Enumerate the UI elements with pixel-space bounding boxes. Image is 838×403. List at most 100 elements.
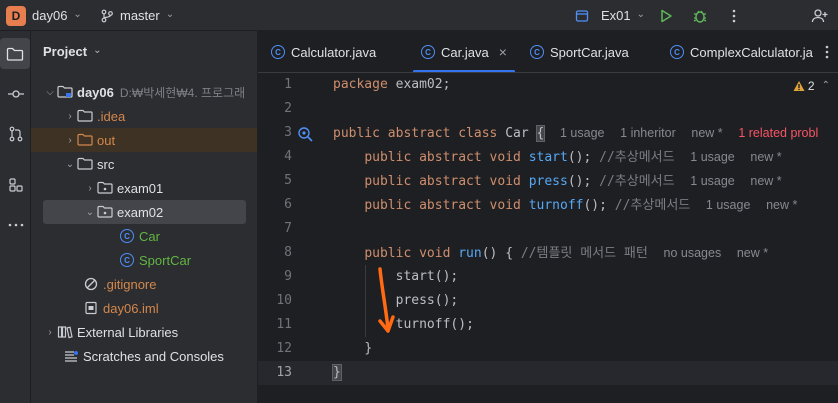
tree-item-day06[interactable]: ⌵ day06 D:₩박세현₩4. 프로그래 — [31, 80, 257, 104]
current-line-highlight — [258, 361, 838, 385]
tree-item-exam01[interactable]: › exam01 — [31, 176, 257, 200]
pull-request-icon — [9, 126, 22, 141]
commit-icon — [7, 89, 24, 98]
tab-calculator[interactable]: C Calculator.java — [271, 31, 377, 72]
tree-item-external-libraries[interactable]: › External Libraries — [31, 320, 257, 344]
project-switcher[interactable]: D day06 ⌄ — [6, 0, 82, 31]
module-folder-icon — [57, 84, 73, 100]
more-tools-button[interactable] — [0, 209, 31, 240]
structure-tool-button[interactable] — [0, 169, 31, 200]
inspection-widget[interactable]: 2 ⌃ — [793, 79, 830, 93]
warning-icon — [793, 81, 805, 91]
usage-hint[interactable]: no usages — [664, 246, 722, 260]
code-line-12: } — [364, 341, 373, 356]
usage-hint[interactable]: 1 usage — [690, 150, 734, 164]
author-hint[interactable]: new * — [737, 246, 768, 260]
editor-tabs: C Calculator.java C Car.java × C SportCa… — [258, 31, 838, 73]
run-icon — [661, 9, 672, 22]
debug-button[interactable] — [688, 0, 712, 31]
branch-icon — [101, 9, 113, 22]
chevron-right-icon[interactable]: › — [43, 327, 57, 338]
code-line-11: turnoff(); — [395, 317, 474, 332]
commit-tool-button[interactable] — [0, 78, 31, 109]
line-number: 12 — [276, 341, 292, 356]
tree-item-day06-iml[interactable]: day06.iml — [31, 296, 257, 320]
tab-car[interactable]: C Car.java × — [413, 31, 515, 72]
tree-item-label: day06 — [77, 84, 114, 100]
tree-item-car[interactable]: C Car — [31, 224, 257, 248]
class-icon: C — [530, 45, 544, 59]
branch-switcher[interactable]: master ⌄ — [100, 0, 174, 31]
author-hint[interactable]: new * — [750, 174, 781, 188]
code-editor[interactable]: 1 2 3 4 5 6 7 8 9 10 11 12 13 2 ⌃ packag… — [258, 73, 838, 403]
tab-label: Calculator.java — [291, 44, 377, 60]
project-tool-button[interactable] — [0, 38, 30, 69]
abstract-class-icon: C — [119, 228, 135, 244]
usage-hint[interactable]: 1 usage — [560, 126, 604, 140]
excluded-folder-icon — [77, 132, 93, 148]
pull-requests-tool-button[interactable] — [0, 118, 31, 149]
tree-item-label: .gitignore — [103, 276, 157, 292]
tree-item-label: SportCar — [139, 252, 192, 268]
code-line-8: public void run() { //템플릿 메서드 패턴 no usag… — [364, 246, 769, 261]
scratches-icon — [63, 348, 79, 364]
usage-hint[interactable]: 1 usage — [706, 198, 750, 212]
code-line-4: public abstract void start(); //추상메서드 1 … — [364, 150, 782, 165]
add-user-button[interactable] — [808, 0, 832, 31]
tree-item-label: day06.iml — [103, 300, 159, 316]
tree-item-exam02[interactable]: ⌄ exam02 — [43, 200, 246, 224]
line-number: 4 — [284, 149, 292, 164]
package-icon — [97, 180, 113, 196]
chevron-down-icon[interactable]: ⌵ — [43, 87, 57, 98]
folder-icon — [6, 47, 24, 61]
related-problems-hint[interactable]: 1 related probl — [738, 126, 818, 140]
chevron-right-icon[interactable]: › — [63, 111, 77, 122]
implemented-icon — [298, 127, 313, 142]
tab-overflow-button[interactable] — [816, 31, 838, 72]
tree-item-label: Car — [139, 228, 160, 244]
chevron-down-icon[interactable]: ⌄ — [83, 207, 97, 218]
class-icon: C — [421, 45, 435, 59]
usage-hint[interactable]: 1 usage — [690, 174, 734, 188]
inheritor-hint[interactable]: 1 inheritor — [620, 126, 676, 140]
project-panel-header[interactable]: Project ⌄ — [43, 44, 101, 59]
run-config-selector[interactable]: Ex01 ⌄ — [575, 0, 645, 31]
tab-complexcalculator[interactable]: C ComplexCalculator.ja — [670, 31, 813, 72]
author-hint[interactable]: new * — [766, 198, 797, 212]
add-user-icon — [811, 8, 828, 22]
code-line-6: public abstract void turnoff(); //추상메서드 … — [364, 198, 798, 213]
implemented-by-gutter-icon[interactable] — [296, 125, 314, 143]
tree-item-idea[interactable]: › .idea — [31, 104, 257, 128]
more-icon — [8, 223, 23, 226]
tab-label: ComplexCalculator.ja — [690, 44, 813, 60]
tool-window-strip — [0, 31, 31, 403]
author-hint[interactable]: new * — [750, 150, 781, 164]
line-number: 10 — [276, 293, 292, 308]
tree-item-scratches[interactable]: Scratches and Consoles — [31, 344, 257, 368]
tree-item-sportcar[interactable]: C SportCar — [31, 248, 257, 272]
chevron-right-icon[interactable]: › — [63, 135, 77, 146]
tree-item-label: exam01 — [117, 180, 164, 196]
chevron-down-icon: ⌄ — [636, 9, 646, 20]
run-config-name: Ex01 — [601, 8, 631, 23]
chevron-right-icon[interactable]: › — [83, 183, 97, 194]
package-icon — [97, 204, 113, 220]
ignore-file-icon — [83, 276, 99, 292]
run-button[interactable] — [654, 0, 678, 31]
chevron-down-icon: ⌄ — [93, 45, 102, 56]
line-number: 11 — [276, 317, 292, 332]
tree-item-label: External Libraries — [77, 324, 179, 340]
tree-item-src[interactable]: ⌄ src — [31, 152, 257, 176]
close-icon[interactable]: × — [499, 44, 507, 60]
class-icon: C — [119, 252, 135, 268]
tree-item-path: D:₩박세현₩4. 프로그래 — [119, 85, 246, 100]
more-icon — [732, 9, 736, 22]
more-actions-button[interactable] — [722, 0, 746, 31]
structure-icon — [8, 177, 23, 192]
tree-item-gitignore[interactable]: .gitignore — [31, 272, 257, 296]
tab-sportcar[interactable]: C SportCar.java — [530, 31, 629, 72]
tree-item-out[interactable]: › out — [31, 128, 257, 152]
chevron-down-icon[interactable]: ⌄ — [63, 159, 77, 170]
module-file-icon — [83, 300, 99, 316]
author-hint[interactable]: new * — [691, 126, 722, 140]
